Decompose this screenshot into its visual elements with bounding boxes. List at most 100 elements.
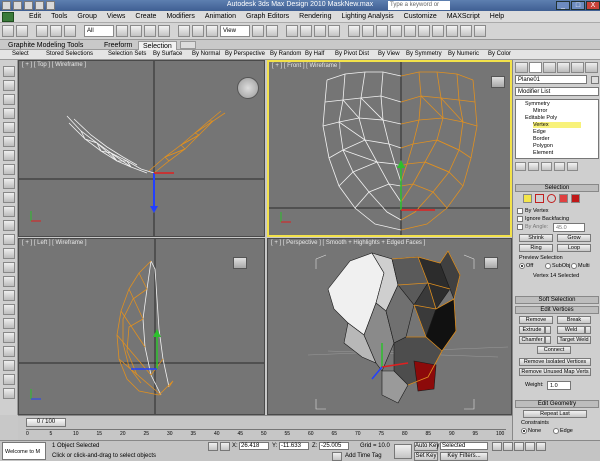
menu-customize[interactable]: Customize <box>399 13 442 20</box>
percent-snap-icon[interactable] <box>314 25 326 37</box>
menu-lighting-analysis[interactable]: Lighting Analysis <box>336 13 398 20</box>
modifier-stack[interactable]: Symmetry Mirror Editable Poly Vertex Edg… <box>515 99 599 159</box>
menu-modifiers[interactable]: Modifiers <box>161 13 199 20</box>
align-icon[interactable] <box>362 25 374 37</box>
tool-icon[interactable] <box>3 304 15 315</box>
object-color-swatch[interactable] <box>591 76 599 84</box>
stack-item-element[interactable]: Element <box>533 150 553 156</box>
lock-selection-icon[interactable] <box>208 442 218 451</box>
rotate-icon[interactable] <box>192 25 204 37</box>
curve-editor-icon[interactable] <box>404 25 416 37</box>
go-to-end-icon[interactable] <box>536 442 546 451</box>
preview-multi-radio[interactable] <box>571 263 577 269</box>
stack-item-polygon[interactable]: Polygon <box>533 143 553 149</box>
ribbon-by-random[interactable]: By Random <box>270 51 301 57</box>
key-filters-button[interactable]: Key Filters... <box>440 452 488 461</box>
maxscript-listener[interactable]: Welcome to M <box>2 442 46 460</box>
pivot-point-icon[interactable] <box>252 25 264 37</box>
rectangular-selection-icon[interactable] <box>144 25 156 37</box>
menu-views[interactable]: Views <box>102 13 131 20</box>
constraint-none-radio[interactable] <box>521 428 527 434</box>
viewport-top[interactable]: [ + ] [ Top ] [ Wireframe ] <box>18 60 265 237</box>
time-slider[interactable]: 0 / 100 <box>26 418 66 427</box>
add-time-tag-label[interactable]: Add Time Tag <box>345 453 382 459</box>
stack-item-edge[interactable]: Edge <box>533 129 546 135</box>
ribbon-minimize-icon[interactable] <box>180 41 196 49</box>
ribbon-by-half[interactable]: By Half <box>305 51 324 57</box>
ring-button[interactable]: Ring <box>519 244 553 252</box>
object-name-field[interactable]: Plane01 <box>515 75 587 84</box>
remove-unused-map-verts-button[interactable]: Remove Unused Map Verts <box>519 368 591 376</box>
ribbon-by-pivot-dist[interactable]: By Pivot Dist <box>335 51 369 57</box>
app-logo-icon[interactable] <box>2 12 14 22</box>
ribbon-by-normal[interactable]: By Normal <box>192 51 220 57</box>
by-angle-checkbox[interactable] <box>517 224 523 230</box>
tool-icon[interactable] <box>3 150 15 161</box>
viewport-left[interactable]: [ + ] [ Left ] [ Wireframe ] <box>18 238 265 415</box>
edit-geometry-rollout-header[interactable]: Edit Geometry <box>515 400 599 408</box>
maximize-button[interactable]: □ <box>571 1 585 10</box>
preview-subobj-radio[interactable] <box>545 263 551 269</box>
menu-group[interactable]: Group <box>72 13 101 20</box>
grow-button[interactable]: Grow <box>557 234 591 242</box>
chamfer-settings-icon[interactable] <box>545 336 551 344</box>
tool-icon[interactable] <box>3 360 15 371</box>
tool-icon[interactable] <box>3 276 15 287</box>
unlink-icon[interactable] <box>50 25 62 37</box>
loop-button[interactable]: Loop <box>557 244 591 252</box>
menu-tools[interactable]: Tools <box>46 13 72 20</box>
tool-icon[interactable] <box>3 332 15 343</box>
break-button[interactable]: Break <box>557 316 591 324</box>
stack-item-symmetry[interactable]: Symmetry <box>525 101 550 107</box>
ribbon-stored-selections[interactable]: Stored Selections <box>46 51 93 57</box>
select-manipulate-icon[interactable] <box>266 25 278 37</box>
display-tab-icon[interactable] <box>571 62 584 73</box>
set-key-button[interactable]: Set Key <box>414 452 438 461</box>
track-bar[interactable]: 0 5 10 15 20 25 30 35 40 45 50 55 60 65 70 75 80 85 90 95 10… <box>26 429 506 439</box>
tab-graphite-modeling-tools[interactable]: Graphite Modeling Tools <box>4 41 87 50</box>
help-search-input[interactable]: Type a keyword or phrase <box>388 1 450 17</box>
link-icon[interactable] <box>36 25 48 37</box>
tool-icon[interactable] <box>3 94 15 105</box>
redo-icon[interactable] <box>16 25 28 37</box>
go-to-start-icon[interactable] <box>492 442 502 451</box>
tab-freeform[interactable]: Freeform <box>100 41 136 50</box>
ribbon-by-color[interactable]: By Color <box>488 51 511 57</box>
tool-icon[interactable] <box>3 136 15 147</box>
weight-value-field[interactable]: 1.0 <box>547 381 571 390</box>
next-frame-icon[interactable] <box>525 442 535 451</box>
tool-icon[interactable] <box>3 374 15 385</box>
close-button[interactable]: X <box>586 1 600 10</box>
soft-selection-rollout-header[interactable]: Soft Selection <box>515 296 599 304</box>
preview-off-radio[interactable] <box>519 263 525 269</box>
hierarchy-tab-icon[interactable] <box>543 62 556 73</box>
menu-graph-editors[interactable]: Graph Editors <box>241 13 294 20</box>
edit-vertices-rollout-header[interactable]: Edit Vertices <box>515 306 599 314</box>
remove-modifier-icon[interactable] <box>554 162 565 171</box>
menu-create[interactable]: Create <box>130 13 161 20</box>
ribbon-select[interactable]: Select <box>12 51 29 57</box>
play-icon[interactable] <box>514 442 524 451</box>
border-level-icon[interactable] <box>547 194 556 203</box>
stack-item-border[interactable]: Border <box>533 136 550 142</box>
render-production-icon[interactable] <box>474 25 486 37</box>
minimize-button[interactable]: _ <box>556 1 570 10</box>
tab-selection[interactable]: Selection <box>138 41 177 50</box>
tool-icon[interactable] <box>3 192 15 203</box>
make-unique-icon[interactable] <box>541 162 552 171</box>
tool-icon[interactable] <box>3 178 15 189</box>
connect-button[interactable]: Connect <box>537 346 571 354</box>
tool-icon[interactable] <box>3 318 15 329</box>
selection-rollout-header[interactable]: Selection <box>515 184 599 192</box>
stack-item-vertex[interactable]: Vertex <box>533 122 581 128</box>
by-angle-value-field[interactable]: 45.0 <box>553 223 585 232</box>
tool-icon[interactable] <box>3 206 15 217</box>
auto-key-button[interactable]: Auto Key <box>414 442 439 451</box>
schematic-view-icon[interactable] <box>418 25 430 37</box>
menu-help[interactable]: Help <box>485 13 509 20</box>
vertex-level-icon[interactable] <box>523 194 532 203</box>
remove-isolated-vertices-button[interactable]: Remove Isolated Vertices <box>519 358 591 366</box>
time-tag-icon[interactable] <box>332 452 342 461</box>
tool-icon[interactable] <box>3 66 15 77</box>
window-crossing-icon[interactable] <box>158 25 170 37</box>
